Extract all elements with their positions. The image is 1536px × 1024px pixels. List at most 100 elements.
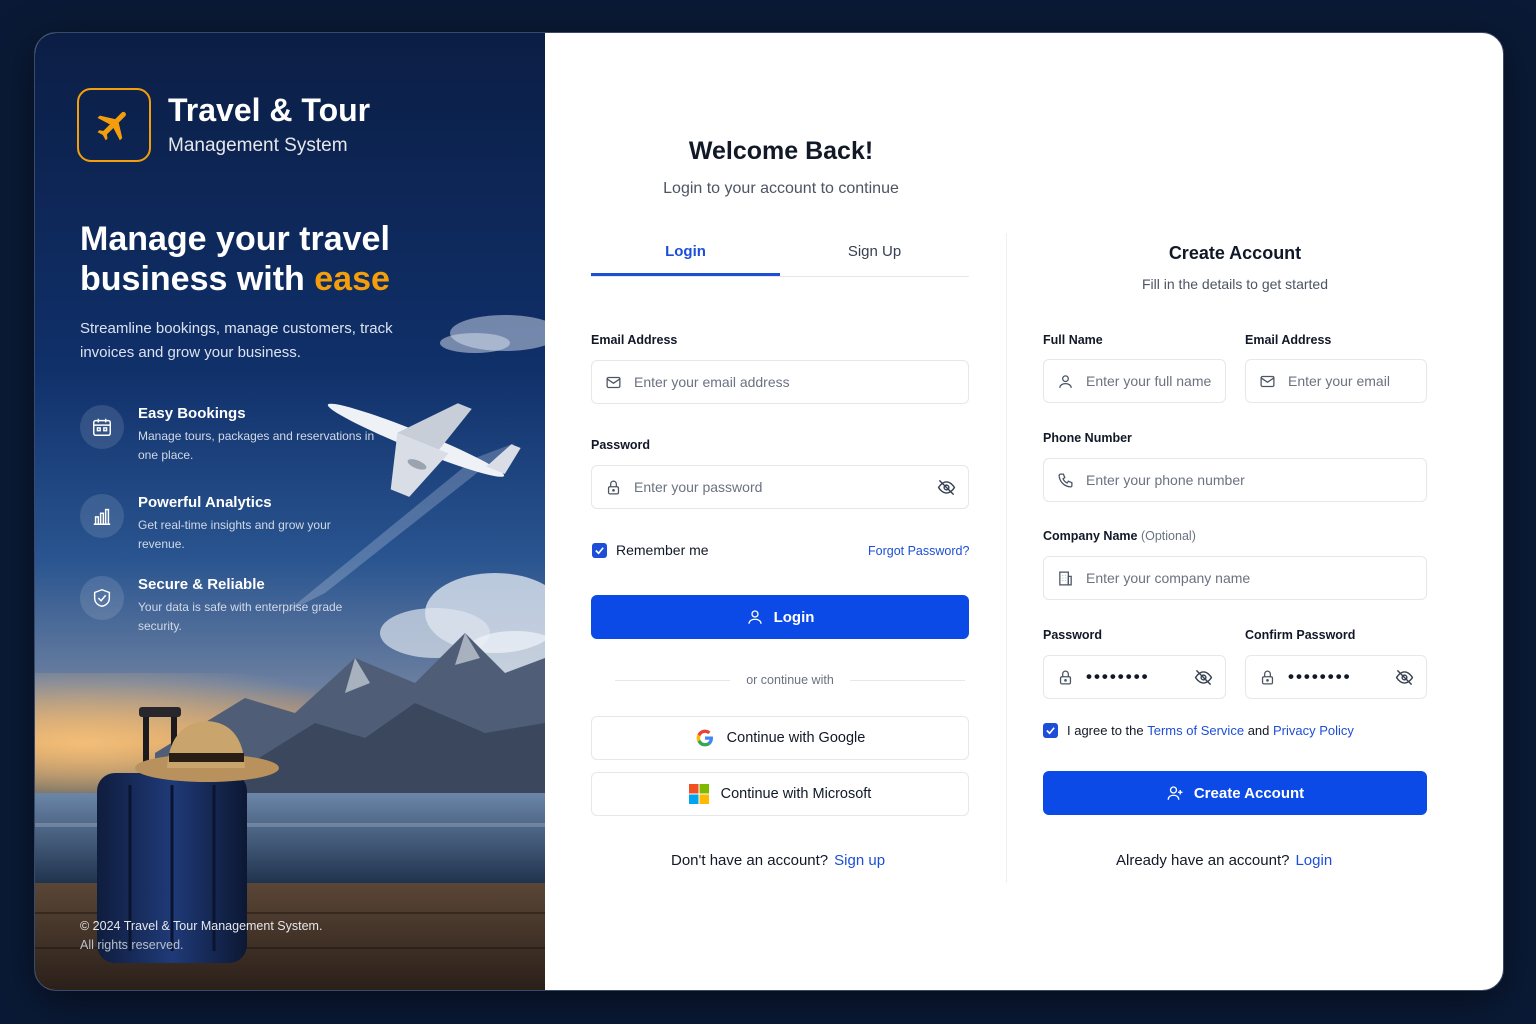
company-input[interactable]	[1086, 570, 1414, 586]
user-plus-icon	[1167, 786, 1183, 800]
terms-and: and	[1247, 723, 1270, 738]
feature-desc: Get real-time insights and grow your rev…	[138, 518, 331, 551]
create-account-header: Create Account Fill in the details to ge…	[1043, 243, 1427, 292]
feature-powerful-analytics: Powerful Analytics Get real-time insight…	[80, 494, 378, 554]
google-signin-button[interactable]: Continue with Google	[591, 716, 969, 760]
login-email-label: Email Address	[591, 333, 678, 347]
login-title: Welcome Back!	[688, 137, 874, 165]
google-icon	[696, 729, 713, 747]
hero-tagline: Streamline bookings, manage customers, t…	[80, 320, 393, 361]
airplane-icon	[77, 88, 151, 162]
microsoft-icon	[688, 784, 709, 804]
login-email-input[interactable]	[634, 374, 956, 390]
eye-off-icon[interactable]	[936, 477, 956, 497]
confirm-password-input[interactable]: ••••••••	[1288, 667, 1394, 687]
login-prompt: Already have an account? Login	[1116, 852, 1332, 869]
company-label: Company Name (Optional)	[1043, 529, 1196, 543]
brand-subtitle: Management System	[168, 134, 348, 156]
tab-login[interactable]: Login	[591, 233, 780, 276]
login-button-label: Login	[773, 608, 815, 626]
confirm-password-label: Confirm Password	[1245, 628, 1356, 642]
mail-icon	[604, 373, 622, 391]
remember-me-label: Remember me	[616, 542, 709, 558]
signup-password-field[interactable]: ••••••••	[1043, 655, 1226, 699]
copyright-line: © 2024 Travel & Tour Management System.	[80, 919, 323, 933]
tab-sign-up[interactable]: Sign Up	[780, 233, 969, 276]
login-email-field[interactable]	[591, 360, 969, 404]
hero-headline-accent: ease	[314, 260, 390, 298]
phone-field[interactable]	[1043, 458, 1427, 502]
user-icon	[1056, 372, 1074, 390]
create-account-button[interactable]: Create Account	[1043, 771, 1427, 815]
or-divider: or continue with	[615, 673, 965, 687]
calendar-icon	[80, 405, 124, 449]
microsoft-signin-button[interactable]: Continue with Microsoft	[591, 772, 969, 816]
terms-of-service-link[interactable]: Terms of Service	[1147, 723, 1244, 738]
fullname-field[interactable]	[1043, 359, 1226, 403]
mail-icon	[1258, 372, 1276, 390]
user-icon	[747, 610, 762, 624]
create-account-button-label: Create Account	[1193, 784, 1305, 802]
remember-me: Remember me	[592, 542, 709, 558]
feature-title: Easy Bookings	[138, 405, 246, 422]
login-button[interactable]: Login	[591, 595, 969, 639]
feature-desc: Manage tours, packages and reservations …	[138, 429, 375, 462]
phone-label: Phone Number	[1043, 431, 1132, 445]
feature-easy-bookings: Easy Bookings Manage tours, packages and…	[80, 405, 378, 465]
fullname-label: Full Name	[1043, 333, 1103, 347]
brand: Travel & Tour Management System	[77, 88, 370, 162]
login-password-input[interactable]	[634, 479, 936, 495]
app-window: Travel & Tour Management System Manage y…	[34, 32, 1504, 991]
signup-password-label: Password	[1043, 628, 1103, 642]
company-field[interactable]	[1043, 556, 1427, 600]
signup-email-field[interactable]	[1245, 359, 1427, 403]
company-label-text: Company Name	[1043, 529, 1138, 543]
signup-prompt: Don't have an account? Sign up	[671, 852, 885, 869]
login-prompt-text: Already have an account?	[1116, 852, 1290, 869]
terms-checkbox[interactable]	[1043, 723, 1058, 738]
divider-label: or continue with	[746, 673, 834, 687]
hero-headline: Manage your travel business with ease	[80, 219, 500, 299]
forgot-password-link[interactable]: Forgot Password?	[868, 544, 969, 558]
hero-panel: Travel & Tour Management System Manage y…	[35, 33, 545, 990]
rights-line: All rights reserved.	[80, 938, 184, 952]
brand-title: Travel & Tour	[168, 92, 371, 129]
terms-agreement: I agree to the Terms of Service and Priv…	[1043, 723, 1354, 738]
eye-off-icon[interactable]	[1193, 667, 1213, 687]
panel-divider	[1006, 233, 1007, 883]
signup-email-label: Email Address	[1245, 333, 1332, 347]
feature-desc: Your data is safe with enterprise grade …	[138, 600, 343, 633]
lock-icon	[1056, 668, 1074, 686]
lock-icon	[604, 478, 622, 496]
privacy-policy-link[interactable]: Privacy Policy	[1273, 723, 1354, 738]
signup-link[interactable]: Sign up	[834, 852, 885, 869]
login-header: Welcome Back! Login to your account to c…	[591, 137, 971, 198]
shield-check-icon	[80, 576, 124, 620]
microsoft-button-label: Continue with Microsoft	[720, 786, 872, 802]
signup-prompt-text: Don't have an account?	[671, 852, 829, 869]
eye-off-icon[interactable]	[1394, 667, 1414, 687]
building-icon	[1056, 569, 1074, 587]
signup-password-input[interactable]: ••••••••	[1086, 667, 1193, 687]
phone-input[interactable]	[1086, 472, 1414, 488]
auth-tabs: Login Sign Up	[591, 233, 969, 277]
signup-email-input[interactable]	[1288, 373, 1414, 389]
remember-me-checkbox[interactable]	[592, 542, 607, 558]
login-subtitle: Login to your account to continue	[663, 180, 899, 197]
login-password-field[interactable]	[591, 465, 969, 509]
login-link[interactable]: Login	[1295, 852, 1332, 869]
feature-title: Powerful Analytics	[138, 494, 272, 511]
confirm-password-field[interactable]: ••••••••	[1245, 655, 1427, 699]
lock-icon	[1258, 668, 1276, 686]
copyright: © 2024 Travel & Tour Management System. …	[80, 917, 322, 955]
feature-title: Secure & Reliable	[138, 576, 265, 593]
google-button-label: Continue with Google	[726, 730, 866, 746]
create-account-title: Create Account	[1168, 243, 1302, 263]
phone-icon	[1056, 471, 1074, 489]
terms-prefix: I agree to the	[1067, 723, 1144, 738]
feature-secure-reliable: Secure & Reliable Your data is safe with…	[80, 576, 378, 636]
fullname-input[interactable]	[1086, 373, 1213, 389]
bar-chart-icon	[80, 494, 124, 538]
create-account-subtitle: Fill in the details to get started	[1142, 276, 1328, 292]
company-optional-hint: (Optional)	[1140, 529, 1196, 543]
